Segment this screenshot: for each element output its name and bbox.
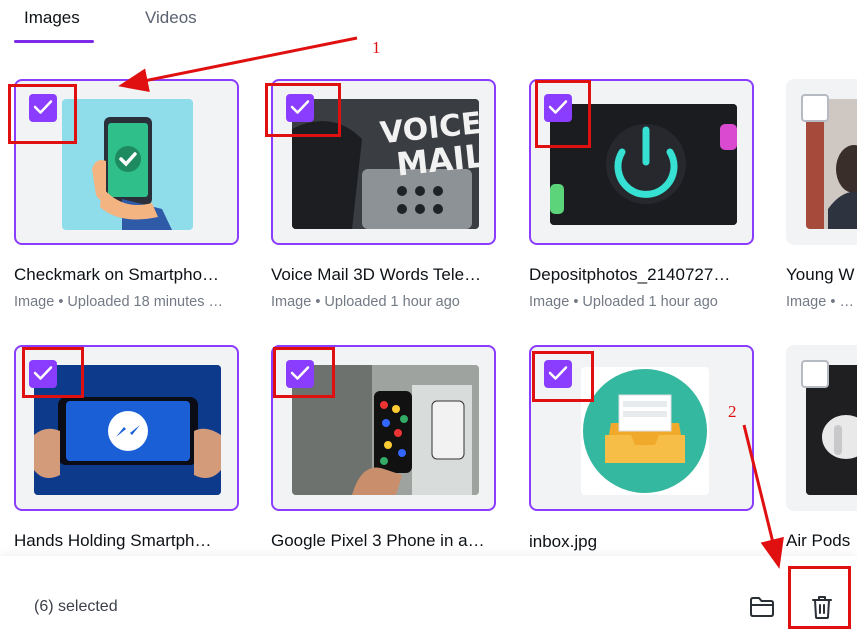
checkbox-checked[interactable] xyxy=(544,94,572,122)
thumbnail-inbox xyxy=(581,367,709,495)
item-meta: Image • Uploaded 18 minutes … xyxy=(14,294,223,310)
item-title: Air Pods xyxy=(786,531,851,550)
tab-videos[interactable]: Videos xyxy=(145,8,197,28)
selection-action-bar: (6) selected xyxy=(0,556,857,636)
thumbnail-power-button xyxy=(550,104,737,225)
item-meta: Image • Uploaded 1 hour ago xyxy=(529,294,718,310)
thumbnail-hands-smartphone xyxy=(34,365,221,495)
item-title: Depositphotos_2140727… xyxy=(529,265,731,284)
trash-icon[interactable] xyxy=(810,594,834,625)
thumbnail-checkmark-phone xyxy=(62,99,193,230)
checkbox-checked[interactable] xyxy=(286,94,314,122)
item-title: Checkmark on Smartpho… xyxy=(14,265,220,284)
item-meta: Image • Uploaded 1 hour ago xyxy=(271,294,460,310)
annotation-number-2: 2 xyxy=(728,402,737,421)
media-card-checkmark[interactable] xyxy=(14,79,239,245)
selected-count: (6) selected xyxy=(34,598,118,615)
media-card-google-pixel[interactable] xyxy=(271,345,496,511)
checkbox-checked[interactable] xyxy=(29,360,57,388)
item-title: Google Pixel 3 Phone in a… xyxy=(271,531,485,550)
checkbox-checked[interactable] xyxy=(29,94,57,122)
annotation-number-1: 1 xyxy=(372,38,381,57)
checkbox-checked[interactable] xyxy=(544,360,572,388)
item-title: Young W xyxy=(786,265,855,284)
media-card-young-woman[interactable] xyxy=(786,79,857,245)
thumbnail-google-pixel xyxy=(292,365,479,495)
media-card-messenger[interactable] xyxy=(14,345,239,511)
item-title: inbox.jpg xyxy=(529,532,598,551)
checkbox-checked[interactable] xyxy=(286,360,314,388)
checkbox-unchecked[interactable] xyxy=(801,94,829,122)
item-meta: Image • Up xyxy=(786,294,857,310)
media-card-air-pods[interactable] xyxy=(786,345,857,511)
media-card-power[interactable] xyxy=(529,79,754,245)
tab-images[interactable]: Images xyxy=(24,8,80,28)
checkbox-unchecked[interactable] xyxy=(801,360,829,388)
media-card-voice-mail[interactable]: VOICE MAIL xyxy=(271,79,496,245)
active-tab-indicator xyxy=(14,40,94,43)
item-title: Voice Mail 3D Words Tele… xyxy=(271,265,482,284)
folder-icon[interactable] xyxy=(749,596,775,623)
item-title: Hands Holding Smartph… xyxy=(14,531,212,550)
thumbnail-voice-mail: VOICE MAIL xyxy=(292,99,479,229)
media-card-inbox[interactable] xyxy=(529,345,754,511)
media-tabs: Images Videos xyxy=(0,0,857,46)
